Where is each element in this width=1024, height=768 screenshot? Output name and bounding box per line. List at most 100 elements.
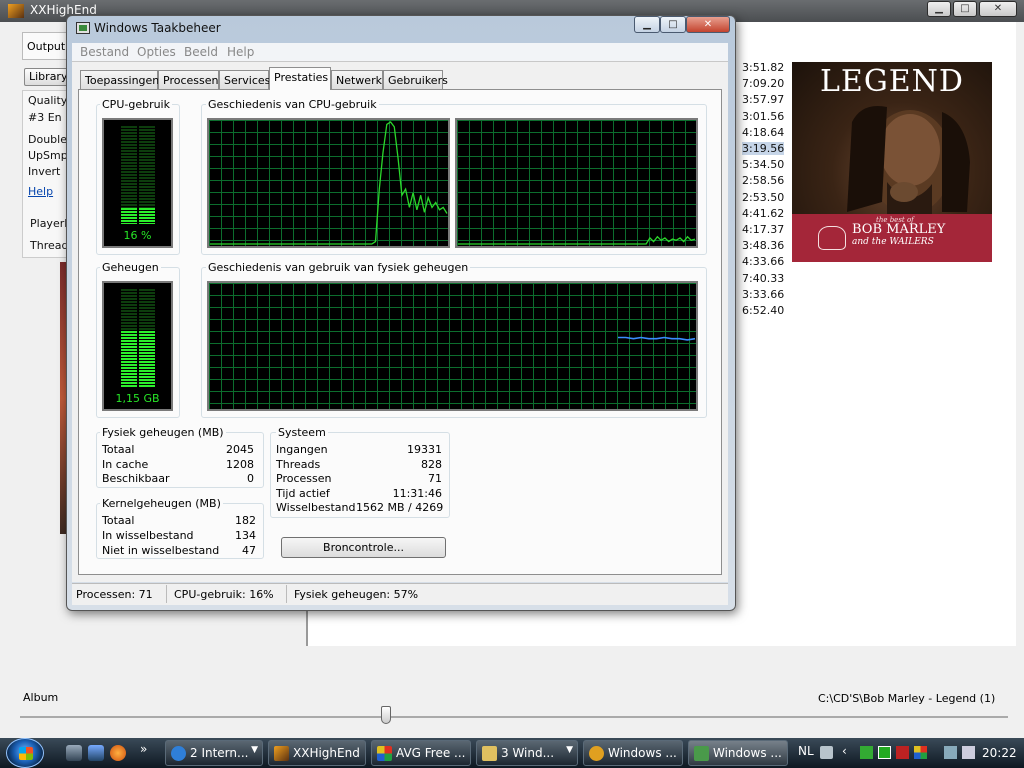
track-duration[interactable]: 7:09.20 [742,77,784,90]
track-duration[interactable]: 3:19.56 [742,142,785,155]
album-label: Album [23,691,59,704]
firefox-icon[interactable] [110,745,126,761]
track-duration[interactable]: 4:17.37 [742,223,784,236]
folder-icon [482,746,497,761]
track-duration[interactable]: 2:53.50 [742,191,784,204]
menu-bestand[interactable]: Bestand [80,45,129,59]
stat-value: 134 [235,529,256,542]
track-duration[interactable]: 6:52.40 [742,304,784,317]
lion-icon [818,226,846,250]
taskbar-button[interactable]: 2 Intern... ▼ [165,740,263,766]
maximize-icon[interactable]: □ [953,1,977,17]
tab-gebruikers[interactable]: Gebruikers [383,70,448,89]
help-link[interactable]: Help [28,185,53,198]
cover-portrait [847,106,970,214]
setting-item[interactable]: UpSmp [28,149,68,162]
memory-label: Geheugen [100,261,161,274]
track-duration[interactable]: 3:57.97 [742,93,784,106]
language-indicator[interactable]: NL [798,744,814,758]
library-button[interactable]: Library [24,68,68,86]
taskbar-button[interactable]: XXHighEnd [268,740,366,766]
setting-item[interactable]: Invert [28,165,60,178]
track-duration[interactable]: 3:01.56 [742,110,784,123]
tray-app-icon[interactable] [860,746,873,759]
clock[interactable]: 20:22 [982,746,1017,760]
tab-prestaties[interactable]: Prestaties [269,67,331,90]
cpu-usage-label: CPU-gebruik [100,98,172,111]
track-duration[interactable]: 3:51.82 [742,61,784,74]
seek-slider-thumb[interactable] [380,706,391,724]
menu-beeld[interactable]: Beeld [184,45,218,59]
tab-services[interactable]: Services [219,70,270,89]
taskbar-button-active[interactable]: Windows ... [688,740,788,766]
close-icon[interactable]: ✕ [686,16,730,33]
menu-help[interactable]: Help [227,45,254,59]
start-button[interactable] [6,738,44,768]
stat-label: Ingangen [276,443,328,456]
maximize-icon[interactable]: □ [660,16,686,33]
close-icon[interactable]: ✕ [979,1,1017,17]
cpu-history-graph-1 [207,118,450,248]
switch-windows-icon[interactable] [88,745,104,761]
kernel-memory-title: Kernelgeheugen (MB) [100,497,223,510]
taskbar-button[interactable]: AVG Free ... [371,740,471,766]
resource-monitor-button[interactable]: Broncontrole... [281,537,446,558]
quicklaunch-more-icon[interactable]: » [140,742,156,758]
track-duration[interactable]: 7:40.33 [742,272,784,285]
network-icon[interactable] [944,746,957,759]
stat-value: 828 [421,458,442,471]
stat-label: In wisselbestand [102,529,194,542]
minimize-icon[interactable]: ▁ [634,16,660,33]
setting-item[interactable]: #3 En [28,111,62,124]
album-cover: LEGEND the best of BOB MARLEY and the WA… [792,62,992,262]
tray-app-icon[interactable] [878,746,891,759]
memory-history-graph [207,281,698,411]
tab-processen[interactable]: Processen [158,70,219,89]
status-processes: Processen: 71 [76,588,153,601]
cpu-history-graph-2 [455,118,698,248]
output-label: Output [27,40,66,53]
track-duration[interactable]: 3:48.36 [742,239,784,252]
status-cpu: CPU-gebruik: 16% [174,588,274,601]
thread-label: Thread [30,239,69,252]
keyboard-icon[interactable] [820,746,833,759]
minimize-icon[interactable]: ▁ [927,1,951,17]
cpu-history-line-1 [210,121,448,245]
album-path: C:\CD'S\Bob Marley - Legend (1) [818,692,996,705]
volume-icon[interactable] [962,746,975,759]
taskbar-button[interactable]: Windows ... [583,740,683,766]
quality-label: Quality [28,94,68,107]
taskbar-button[interactable]: 3 Wind... ▼ [476,740,578,766]
tab-netwerk[interactable]: Netwerk [331,70,383,89]
status-separator [286,585,287,603]
avg-tray-icon[interactable] [914,746,927,759]
tab-toepassingen[interactable]: Toepassingen [80,70,159,89]
track-duration[interactable]: 2:58.56 [742,174,784,187]
track-duration[interactable]: 4:18.64 [742,126,784,139]
player-label: PlayerP [30,217,71,230]
chevron-left-icon[interactable]: ‹ [842,744,855,758]
setting-item[interactable]: Double [28,133,67,146]
stat-value: 1208 [226,458,254,471]
seek-track[interactable] [20,716,1008,718]
taskbar-button-label: Windows ... [713,746,782,760]
show-desktop-icon[interactable] [66,745,82,761]
xxhighend-app-icon [8,4,24,18]
stat-value: 11:31:46 [392,487,442,500]
taskbar-button-label: XXHighEnd [293,746,360,760]
track-duration[interactable]: 4:41.62 [742,207,784,220]
stat-label: Totaal [102,443,135,456]
track-duration[interactable]: 5:34.50 [742,158,784,171]
stat-label: Threads [276,458,321,471]
track-duration[interactable]: 3:33.66 [742,288,784,301]
output-tab[interactable]: Output [22,32,68,60]
stat-value: 19331 [407,443,442,456]
cpu-history-label: Geschiedenis van CPU-gebruik [206,98,379,111]
stat-value: 71 [428,472,442,485]
tray-app-icon[interactable] [896,746,909,759]
menu-opties[interactable]: Opties [137,45,176,59]
memory-value: 1,15 GB [115,392,160,405]
track-duration[interactable]: 4:33.66 [742,255,784,268]
cpu-history-svg-2 [458,235,696,245]
windows-logo-icon [19,747,33,760]
